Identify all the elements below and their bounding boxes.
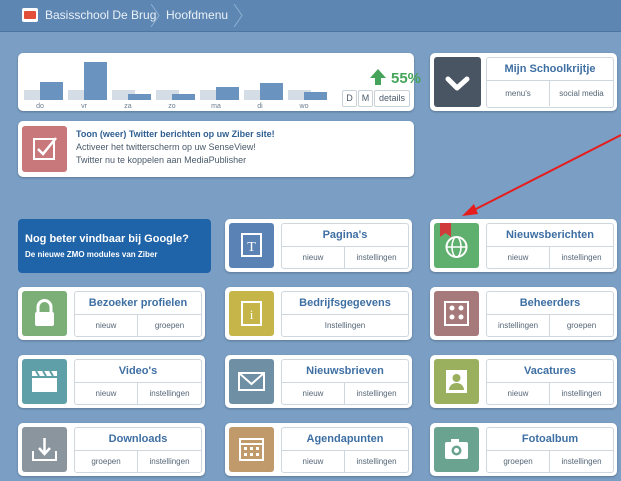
annotation-arrow xyxy=(462,134,621,216)
